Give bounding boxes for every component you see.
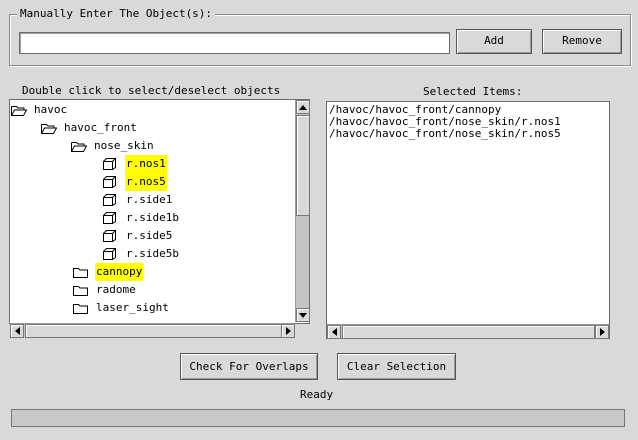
scroll-down-arrow-icon[interactable] [296, 308, 310, 322]
object-icon [103, 194, 117, 212]
selected-horizontal-scroll-thumb[interactable] [342, 325, 595, 339]
object-icon [103, 212, 117, 230]
scroll-right-arrow-icon[interactable] [595, 325, 609, 339]
tree-vertical-scrollbar[interactable] [295, 100, 310, 322]
folder-closed-icon [73, 284, 88, 302]
scroll-up-arrow-icon[interactable] [296, 100, 310, 114]
scroll-left-arrow-icon[interactable] [327, 325, 341, 339]
tree-item-label: r.nos5 [125, 173, 167, 191]
selected-horizontal-scrollbar[interactable] [327, 324, 609, 339]
object-name-input[interactable] [19, 32, 450, 54]
list-item[interactable]: /havoc/havoc_front/nose_skin/r.nos5 [329, 128, 561, 140]
tree-item-label: nose_skin [94, 139, 154, 152]
folder-open-icon [11, 104, 28, 122]
object-icon [103, 176, 117, 194]
progress-bar [11, 409, 625, 427]
remove-button[interactable]: Remove [542, 29, 622, 54]
folder-open-icon [71, 140, 88, 158]
tree-item-label: r.nos1 [125, 155, 167, 173]
tree-item-label: havoc [34, 103, 68, 116]
tree-vertical-scroll-thumb[interactable] [296, 115, 310, 216]
clear-selection-button[interactable]: Clear Selection [337, 353, 456, 380]
selected-items-header: Selected Items: [423, 85, 523, 98]
manual-entry-title: Manually Enter The Object(s): [17, 7, 216, 21]
tree-header: Double click to select/deselect objects [22, 84, 281, 97]
tree-item-label: havoc_front [64, 121, 137, 134]
tree-horizontal-scroll-thumb[interactable] [25, 324, 282, 338]
tree-item-label: radome [96, 283, 136, 296]
folder-open-icon [41, 122, 58, 140]
object-tree[interactable]: havoc havoc_front nose_skin r.nos1 r.nos… [10, 100, 294, 322]
folder-closed-icon [73, 266, 88, 284]
check-overlaps-button[interactable]: Check For Overlaps [180, 353, 318, 380]
folder-closed-icon [73, 302, 88, 320]
scroll-left-arrow-icon[interactable] [10, 324, 24, 338]
tree-horizontal-scrollbar[interactable] [10, 323, 295, 338]
tree-item-label: r.side5b [126, 247, 179, 260]
tree-item-label: cannopy [95, 263, 144, 281]
add-button[interactable]: Add [456, 29, 532, 54]
tree-item-label: r.side1b [126, 211, 179, 224]
object-icon [103, 158, 117, 176]
scroll-right-arrow-icon[interactable] [281, 324, 295, 338]
tree-item-label: laser_sight [96, 301, 169, 314]
tree-item-label: r.side1 [126, 193, 173, 206]
status-text: Ready [300, 388, 334, 401]
object-icon [103, 230, 117, 248]
tree-item-label: r.side5 [126, 229, 173, 242]
